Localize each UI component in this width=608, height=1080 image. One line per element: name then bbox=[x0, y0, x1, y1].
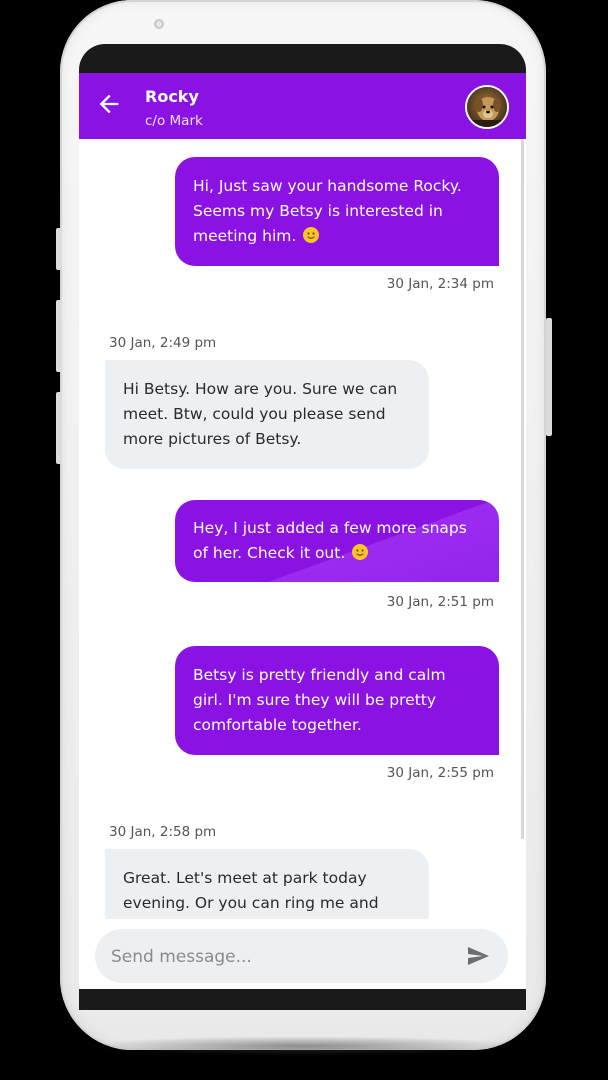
navigation-bar bbox=[79, 989, 526, 1010]
contact-name: Rocky bbox=[145, 87, 199, 106]
message-bubble-incoming: Great. Let's meet at park today evening.… bbox=[105, 849, 429, 919]
message-text: Hi, Just saw your handsome Rocky. Seems … bbox=[193, 177, 462, 245]
smiling-face-emoji-icon bbox=[303, 227, 320, 243]
message-bubble-incoming: Hi Betsy. How are you. Sure we can meet.… bbox=[105, 360, 429, 469]
front-camera bbox=[154, 19, 164, 29]
message-list[interactable]: Hi, Just saw your handsome Rocky. Seems … bbox=[79, 139, 526, 919]
send-icon bbox=[468, 947, 489, 965]
volume-up-button bbox=[56, 300, 62, 372]
smiling-face-emoji-icon bbox=[352, 544, 369, 560]
message-input[interactable] bbox=[109, 929, 453, 985]
chat-header: Rocky c/o Mark bbox=[79, 73, 526, 139]
message-composer bbox=[95, 929, 508, 985]
message-timestamp: 30 Jan, 2:49 pm bbox=[109, 335, 217, 351]
message-bubble-outgoing: Hey, I just added a few more snaps of he… bbox=[175, 500, 499, 582]
message-text: Hey, I just added a few more snaps of he… bbox=[193, 519, 467, 562]
scrollbar[interactable] bbox=[521, 139, 524, 839]
message-bubble-outgoing: Betsy is pretty friendly and calm girl. … bbox=[175, 646, 499, 755]
back-button[interactable] bbox=[95, 90, 123, 118]
volume-down-button bbox=[56, 392, 62, 464]
phone-shadow bbox=[84, 1036, 522, 1056]
mute-switch bbox=[56, 228, 62, 270]
message-timestamp: 30 Jan, 2:58 pm bbox=[109, 824, 217, 840]
send-button[interactable] bbox=[465, 944, 491, 968]
message-timestamp: 30 Jan, 2:51 pm bbox=[386, 594, 494, 610]
power-button bbox=[546, 318, 552, 436]
message-timestamp: 30 Jan, 2:55 pm bbox=[386, 765, 494, 781]
contact-subtitle: c/o Mark bbox=[145, 113, 203, 129]
message-timestamp: 30 Jan, 2:34 pm bbox=[386, 276, 494, 292]
message-bubble-outgoing: Hi, Just saw your handsome Rocky. Seems … bbox=[175, 157, 499, 266]
arrow-left-icon bbox=[99, 94, 119, 114]
app-screen: Rocky c/o Mark Hi, Just saw your handsom… bbox=[79, 44, 526, 1010]
avatar[interactable] bbox=[465, 85, 509, 129]
dog-avatar-icon bbox=[467, 87, 507, 127]
status-bar bbox=[79, 44, 526, 73]
